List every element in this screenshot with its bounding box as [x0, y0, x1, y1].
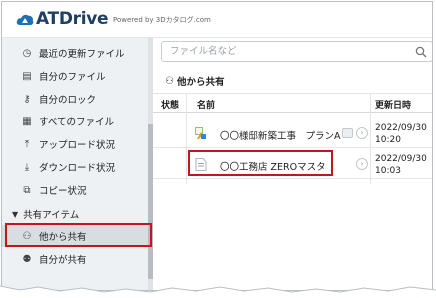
- sidebar-item-label: コピー状況: [39, 186, 87, 197]
- sidebar-item-upload-status[interactable]: ⤒ アップロード状況: [2, 133, 148, 155]
- search-box: [161, 41, 432, 62]
- cloud-logo-icon: [16, 14, 34, 25]
- sidebar-item-my-locks[interactable]: ⚷ 自分のロック: [2, 88, 148, 110]
- my-files-icon: ▤: [22, 70, 32, 82]
- sidebar-item-recent[interactable]: ◷ 最近の更新ファイル: [2, 42, 148, 64]
- updated-date: 2022/09/30: [375, 123, 427, 133]
- shared-from-others-icon: ⚇: [165, 75, 174, 87]
- recent-clock-icon: ◷: [22, 47, 32, 59]
- updated-time: 10:20: [375, 135, 401, 145]
- column-header-name[interactable]: 名前: [197, 98, 215, 111]
- column-header-updated[interactable]: 更新日時: [375, 98, 411, 111]
- search-icon[interactable]: [415, 46, 427, 58]
- thumbnail-image-icon[interactable]: [342, 128, 353, 138]
- column-header-status[interactable]: 状態: [161, 98, 179, 111]
- sidebar-item-label: 自分が共有: [39, 255, 87, 266]
- search-input[interactable]: [162, 42, 402, 61]
- all-files-icon: ▦: [22, 115, 32, 127]
- file-name[interactable]: 〇〇様邸新築工事 プランA: [220, 128, 341, 142]
- highlight-box-sidebar: [5, 223, 152, 247]
- updated-datetime: 2022/09/30 10:20: [375, 122, 427, 146]
- sidebar-item-all-files[interactable]: ▦ すべてのファイル: [2, 110, 148, 132]
- divider: [153, 112, 432, 113]
- folder-title-label: 他から共有: [176, 77, 225, 88]
- updated-date: 2022/09/30: [375, 154, 427, 164]
- shared-by-me-icon: ⚉: [22, 253, 32, 265]
- highlight-box-file: [188, 150, 333, 176]
- more-options-icon[interactable]: ›: [356, 127, 368, 139]
- sidebar-item-label: アップロード状況: [39, 140, 116, 151]
- more-options-icon[interactable]: ›: [356, 158, 368, 170]
- app-header: ATDrive Powered by 3Dカタログ.com: [2, 2, 432, 38]
- folder-title: ⚇ 他から共有: [165, 74, 225, 89]
- divider: [153, 93, 432, 94]
- powered-by-text: Powered by 3Dカタログ.com: [113, 16, 211, 24]
- sidebar-item-download-status[interactable]: ⤓ ダウンロード状況: [2, 156, 148, 178]
- app-logo-text: ATDrive: [36, 9, 109, 29]
- torn-edge-decoration: [0, 285, 436, 298]
- updated-datetime: 2022/09/30 10:03: [375, 153, 427, 177]
- section-label: 共有アイテム: [23, 210, 80, 221]
- key-icon: ⚷: [23, 93, 31, 105]
- updated-time: 10:03: [375, 166, 401, 176]
- download-icon: ⤓: [24, 161, 30, 173]
- sidebar-item-label: 自分のファイル: [39, 72, 106, 83]
- sidebar-item-label: ダウンロード状況: [39, 163, 116, 174]
- caret-down-icon: ▼: [12, 209, 19, 219]
- sidebar-item-copy-status[interactable]: ⧉ コピー状況: [2, 179, 148, 201]
- shared-items-section-toggle[interactable]: ▼ 共有アイテム: [2, 204, 148, 224]
- sidebar: ◷ 最近の更新ファイル ▤ 自分のファイル ⚷ 自分のロック ▦ すべてのファイ…: [2, 38, 152, 290]
- sidebar-item-shared-by-me[interactable]: ⚉ 自分が共有: [2, 248, 148, 270]
- upload-icon: ⤒: [24, 138, 30, 150]
- sidebar-item-label: すべてのファイル: [39, 117, 114, 128]
- table-row[interactable]: 〇〇様邸新築工事 プランA › 2022/09/30 10:20: [153, 118, 432, 148]
- sidebar-item-my-files[interactable]: ▤ 自分のファイル: [2, 65, 148, 87]
- sidebar-item-label: 最近の更新ファイル: [39, 49, 125, 60]
- app-window: ATDrive Powered by 3Dカタログ.com ◷ 最近の更新ファイ…: [1, 1, 433, 291]
- copy-icon: ⧉: [23, 184, 31, 196]
- plan-file-icon: [195, 127, 206, 139]
- sidebar-item-label: 自分のロック: [39, 95, 97, 106]
